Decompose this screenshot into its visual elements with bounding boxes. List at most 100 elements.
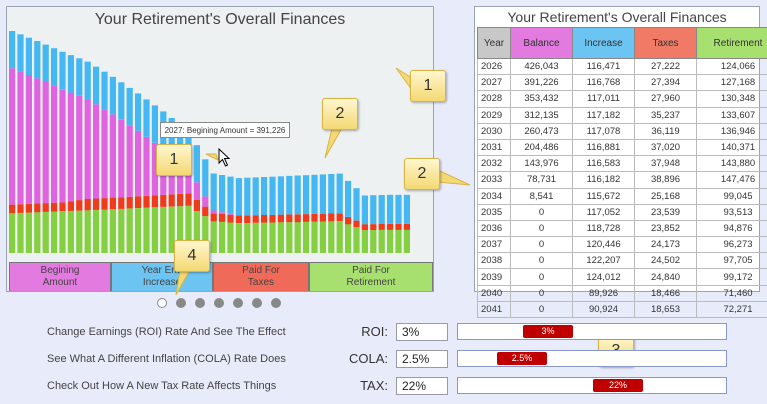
bar-taxes-2031[interactable] [151,195,158,208]
bar-balance-2027[interactable] [34,78,41,204]
bar-retirement-2034[interactable] [210,221,217,253]
bar-taxes-2034[interactable] [210,213,217,222]
bar-taxes-2032[interactable] [168,194,175,207]
bar-retirement-2030[interactable] [109,209,116,253]
bar-increase-2033[interactable] [202,159,209,197]
bar-taxes-2028[interactable] [59,202,66,212]
bar-retirement-2041[interactable] [395,229,402,253]
bar-retirement-2038[interactable] [328,221,335,253]
tax-slider[interactable]: 22% [457,377,727,394]
bar-balance-2029[interactable] [101,109,108,199]
bar-increase-2038[interactable] [319,174,326,214]
bar-increase-2038[interactable] [311,174,318,214]
bar-increase-2036[interactable] [261,177,268,215]
bar-taxes-2038[interactable] [328,213,335,222]
pager-dot[interactable] [233,298,243,308]
bar-increase-2035[interactable] [244,177,251,216]
bar-increase-2031[interactable] [143,99,150,137]
bar-taxes-2027[interactable] [42,203,49,212]
bar-balance-2029[interactable] [84,99,91,199]
bar-increase-2028[interactable] [76,58,83,96]
bar-increase-2040[interactable] [378,195,385,224]
bar-taxes-2029[interactable] [101,198,108,210]
bar-retirement-2028[interactable] [67,210,74,253]
bar-retirement-2039[interactable] [353,227,360,253]
pager-dot[interactable] [214,298,224,308]
pager-dot[interactable] [176,298,186,308]
bar-retirement-2031[interactable] [151,207,158,253]
bar-taxes-2026[interactable] [25,203,32,213]
bar-balance-2034[interactable] [227,213,234,215]
roi-slider[interactable]: 3% [457,323,727,340]
bar-taxes-2027[interactable] [51,202,58,212]
bar-increase-2030[interactable] [109,76,116,115]
bar-retirement-2029[interactable] [84,210,91,253]
bar-increase-2041[interactable] [387,194,394,224]
bar-balance-2026[interactable] [25,75,32,204]
bar-increase-2036[interactable] [277,176,284,215]
bar-retirement-2038[interactable] [311,221,318,253]
bar-increase-2026[interactable] [17,34,24,72]
bar-increase-2040[interactable] [361,195,368,225]
bar-retirement-2037[interactable] [294,222,301,253]
bar-retirement-2029[interactable] [101,209,108,254]
bar-balance-2030[interactable] [109,114,116,198]
bar-retirement-2041[interactable] [403,229,410,253]
bar-increase-2035[interactable] [235,178,242,216]
bar-retirement-2035[interactable] [252,222,259,253]
bar-retirement-2029[interactable] [93,209,100,253]
bar-retirement-2034[interactable] [219,221,226,253]
bar-retirement-2041[interactable] [387,229,394,253]
legend-paid-for-taxes[interactable]: Paid For Taxes [213,262,309,291]
bar-taxes-2028[interactable] [76,200,83,211]
bar-taxes-2035[interactable] [252,215,259,223]
bar-increase-2029[interactable] [101,71,108,110]
bar-increase-2036[interactable] [269,176,276,215]
bar-taxes-2032[interactable] [177,193,184,207]
bar-increase-2026[interactable] [25,37,32,75]
bar-retirement-2026[interactable] [25,212,32,253]
bar-retirement-2040[interactable] [378,230,385,253]
bar-retirement-2037[interactable] [286,222,293,253]
bar-retirement-2031[interactable] [143,207,150,253]
bar-increase-2037[interactable] [303,175,310,215]
bar-balance-2031[interactable] [135,130,142,197]
bar-balance-2029[interactable] [93,104,100,199]
bar-increase-2034[interactable] [227,176,234,214]
pager-dot[interactable] [195,298,205,308]
bar-increase-2034[interactable] [210,173,217,211]
roi-slider-thumb[interactable]: 3% [523,325,573,338]
bar-taxes-2029[interactable] [84,199,91,211]
bar-retirement-2031[interactable] [135,208,142,253]
bar-increase-2035[interactable] [252,177,259,216]
bar-retirement-2028[interactable] [59,211,66,253]
bar-balance-2034[interactable] [210,210,217,214]
bar-taxes-2038[interactable] [311,213,318,222]
bar-taxes-2041[interactable] [387,223,394,230]
roi-value-field[interactable]: 3% [396,323,448,341]
bar-taxes-2036[interactable] [269,214,276,223]
bar-balance-2030[interactable] [118,119,125,198]
bar-increase-2026[interactable] [9,31,16,69]
bar-retirement-2037[interactable] [303,221,310,253]
bar-taxes-2034[interactable] [219,214,226,222]
bar-taxes-2040[interactable] [361,224,368,231]
bar-retirement-2027[interactable] [34,212,41,253]
bar-taxes-2031[interactable] [143,195,150,208]
bar-taxes-2039[interactable] [345,217,352,225]
bar-increase-2030[interactable] [118,82,125,120]
bar-increase-2041[interactable] [403,194,410,224]
bar-taxes-2032[interactable] [160,194,167,207]
bar-retirement-2030[interactable] [118,208,125,253]
bar-taxes-2030[interactable] [109,197,116,210]
bar-balance-2028[interactable] [76,95,83,201]
cola-slider[interactable]: 2.5% [457,350,727,367]
bar-taxes-2035[interactable] [244,215,251,223]
bar-retirement-2039[interactable] [336,221,343,253]
legend-begining-amount[interactable]: Begining Amount [9,262,111,291]
bar-increase-2040[interactable] [370,195,377,225]
bar-taxes-2033[interactable] [185,193,192,206]
bar-taxes-2037[interactable] [303,214,310,222]
legend-paid-for-retirement[interactable]: Paid For Retirement [309,262,433,291]
bar-taxes-2037[interactable] [294,214,301,223]
